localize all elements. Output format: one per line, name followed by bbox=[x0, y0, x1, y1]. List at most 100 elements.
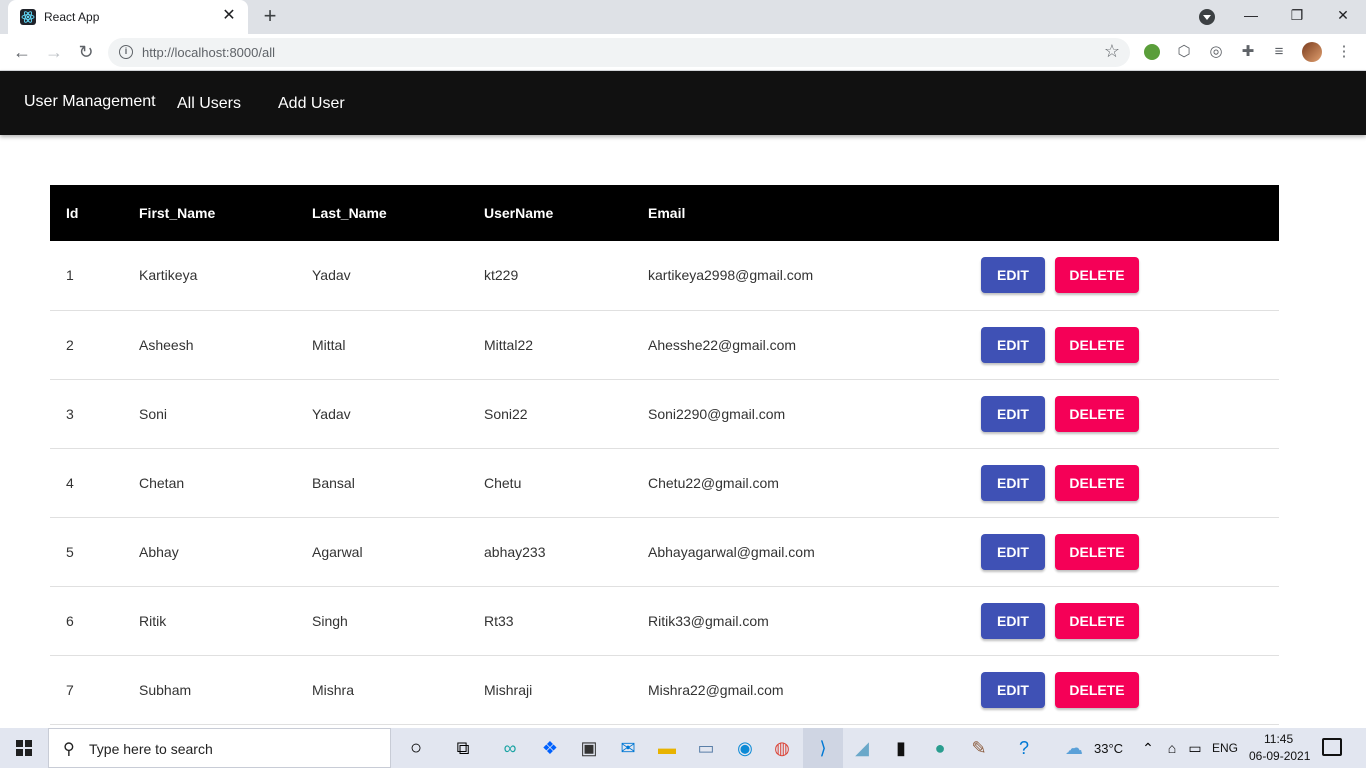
vscode-icon[interactable]: ⟩ bbox=[811, 736, 835, 760]
store-icon[interactable]: ▣ bbox=[577, 736, 601, 760]
windows-logo-icon bbox=[16, 740, 32, 756]
back-icon[interactable]: ← bbox=[10, 40, 34, 64]
restore-icon[interactable]: ❐ bbox=[1274, 0, 1320, 32]
table-row: 3 Soni Yadav Soni22 Soni2290@gmail.com E… bbox=[50, 379, 1279, 448]
start-button[interactable] bbox=[0, 728, 48, 768]
clock-time[interactable]: 11:45 bbox=[1264, 732, 1293, 746]
minimize-icon[interactable]: — bbox=[1228, 0, 1274, 32]
cell-first-name: Asheesh bbox=[139, 336, 194, 353]
media-control-icon[interactable]: ≡ bbox=[1269, 42, 1289, 62]
header-last-name: Last_Name bbox=[312, 205, 387, 221]
cell-last-name: Yadav bbox=[312, 267, 351, 284]
edge-icon[interactable]: ◉ bbox=[733, 736, 757, 760]
weather-icon: ☁ bbox=[1065, 738, 1083, 758]
edit-button[interactable]: EDIT bbox=[981, 257, 1045, 294]
delete-button[interactable]: DELETE bbox=[1055, 464, 1139, 501]
search-icon: ⚲ bbox=[63, 741, 75, 758]
cube-extension-icon[interactable]: ⬡ bbox=[1174, 42, 1194, 62]
chevron-up-icon[interactable]: ⌃ bbox=[1136, 736, 1160, 760]
cell-last-name: Agarwal bbox=[312, 543, 363, 560]
new-tab-icon[interactable]: + bbox=[259, 5, 281, 28]
cell-email: Mishra22@gmail.com bbox=[648, 681, 784, 698]
cell-last-name: Yadav bbox=[312, 405, 351, 422]
forward-icon[interactable]: → bbox=[42, 40, 66, 64]
edit-button[interactable]: EDIT bbox=[981, 326, 1045, 363]
app-icon-2[interactable]: ● bbox=[928, 736, 952, 760]
extensions-puzzle-icon[interactable]: ✚ bbox=[1238, 42, 1258, 62]
cell-first-name: Subham bbox=[139, 681, 192, 698]
terminal-icon[interactable]: ▮ bbox=[889, 736, 913, 760]
cell-username: abhay233 bbox=[484, 543, 546, 560]
computer-icon[interactable]: ▭ bbox=[694, 736, 718, 760]
delete-button[interactable]: DELETE bbox=[1055, 602, 1139, 639]
close-window-icon[interactable]: ✕ bbox=[1320, 0, 1366, 32]
taskbar-search[interactable]: ⚲ Type here to search bbox=[48, 728, 391, 768]
url-text[interactable]: http://localhost:8000/all bbox=[142, 45, 275, 60]
edit-button[interactable]: EDIT bbox=[981, 464, 1045, 501]
cell-id: 5 bbox=[66, 543, 74, 560]
edit-button[interactable]: EDIT bbox=[981, 533, 1045, 570]
meet-now-icon[interactable]: ⌂ bbox=[1160, 736, 1184, 760]
clock-date[interactable]: 06-09-2021 bbox=[1249, 749, 1310, 763]
extension-icon[interactable] bbox=[1144, 44, 1160, 60]
battery-icon[interactable]: ▭ bbox=[1183, 736, 1207, 760]
notifications-icon[interactable] bbox=[1322, 738, 1342, 756]
cell-username: Chetu bbox=[484, 474, 522, 491]
edit-button[interactable]: EDIT bbox=[981, 602, 1045, 639]
profile-avatar[interactable] bbox=[1302, 42, 1322, 62]
language-indicator[interactable]: ENG bbox=[1212, 741, 1238, 755]
cell-first-name: Ritik bbox=[139, 612, 167, 629]
cell-actions: EDIT DELETE bbox=[965, 655, 1279, 724]
nav-add-user[interactable]: Add User bbox=[278, 95, 345, 113]
cortana-icon[interactable]: ○ bbox=[404, 736, 428, 760]
cell-id: 3 bbox=[66, 405, 74, 422]
cell-actions: EDIT DELETE bbox=[965, 379, 1279, 448]
dropbox-icon[interactable]: ❖ bbox=[538, 736, 562, 760]
cell-actions: EDIT DELETE bbox=[965, 448, 1279, 517]
nav-all-users[interactable]: All Users bbox=[177, 95, 241, 113]
cell-email: Ahesshe22@gmail.com bbox=[648, 336, 797, 353]
cell-last-name: Mishra bbox=[312, 681, 355, 698]
help-icon[interactable]: ? bbox=[1012, 736, 1036, 760]
table-header-row: Id First_Name Last_Name UserName Email bbox=[50, 185, 1279, 241]
delete-button[interactable]: DELETE bbox=[1055, 326, 1139, 363]
cell-username: kt229 bbox=[484, 267, 519, 284]
cell-last-name: Singh bbox=[312, 612, 348, 629]
weather-temperature[interactable]: 33°C bbox=[1094, 741, 1123, 756]
bookmark-star-icon[interactable]: ☆ bbox=[1104, 41, 1120, 62]
site-info-icon[interactable]: i bbox=[119, 45, 133, 59]
cell-email: Ritik33@gmail.com bbox=[648, 612, 769, 629]
tab-search-icon[interactable] bbox=[1199, 9, 1215, 25]
infinity-app-icon[interactable]: ∞ bbox=[498, 736, 522, 760]
delete-button[interactable]: DELETE bbox=[1055, 395, 1139, 432]
cell-actions: EDIT DELETE bbox=[965, 310, 1279, 379]
windows-taskbar: ⚲ Type here to search ○ ⧉ ∞ ❖ ▣ ✉ ▬ ▭ ◉ … bbox=[0, 728, 1366, 768]
header-email: Email bbox=[648, 205, 686, 221]
mail-icon[interactable]: ✉ bbox=[616, 736, 640, 760]
header-first-name: First_Name bbox=[139, 205, 216, 221]
delete-button[interactable]: DELETE bbox=[1055, 533, 1139, 570]
cell-email: Abhayagarwal@gmail.com bbox=[648, 543, 815, 560]
devtools-extension-icon[interactable]: ◎ bbox=[1206, 42, 1226, 62]
browser-menu-icon[interactable]: ⋮ bbox=[1334, 42, 1354, 62]
delete-button[interactable]: DELETE bbox=[1055, 671, 1139, 708]
edit-button[interactable]: EDIT bbox=[981, 671, 1045, 708]
file-explorer-icon[interactable]: ▬ bbox=[655, 736, 679, 760]
cell-first-name: Abhay bbox=[139, 543, 179, 560]
chrome-icon[interactable]: ◍ bbox=[770, 736, 794, 760]
task-view-icon[interactable]: ⧉ bbox=[451, 736, 475, 760]
edit-button[interactable]: EDIT bbox=[981, 395, 1045, 432]
app-icon[interactable]: ◢ bbox=[850, 736, 874, 760]
delete-button[interactable]: DELETE bbox=[1055, 257, 1139, 294]
cell-username: Mishraji bbox=[484, 681, 533, 698]
cell-id: 7 bbox=[66, 681, 74, 698]
cell-actions: EDIT DELETE bbox=[965, 241, 1279, 310]
address-bar[interactable]: i http://localhost:8000/all ☆ bbox=[108, 38, 1130, 67]
reload-icon[interactable]: ↻ bbox=[74, 40, 98, 64]
users-table: Id First_Name Last_Name UserName Email 1… bbox=[50, 185, 1279, 725]
cell-actions: EDIT DELETE bbox=[965, 586, 1279, 655]
paint-icon[interactable]: ✎ bbox=[967, 736, 991, 760]
header-id: Id bbox=[66, 205, 79, 221]
close-tab-icon[interactable]: ✕ bbox=[220, 7, 238, 25]
browser-tab[interactable]: React App ✕ bbox=[8, 0, 248, 34]
